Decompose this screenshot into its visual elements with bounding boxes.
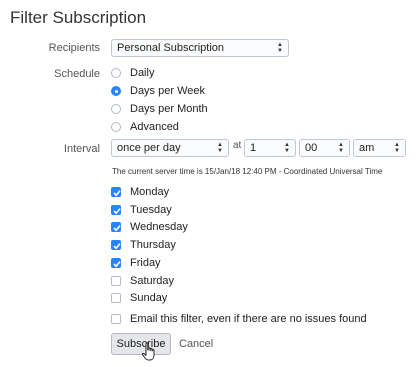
schedule-option-daily[interactable]: Daily xyxy=(111,65,154,81)
day-checkbox-saturday[interactable]: Saturday xyxy=(111,273,174,289)
checkbox-icon[interactable] xyxy=(111,314,121,324)
day-label: Saturday xyxy=(130,275,175,287)
day-label: Friday xyxy=(130,257,161,269)
select-arrows-icon: ▲ ▼ xyxy=(277,42,283,54)
day-checkbox-wednesday[interactable]: Wednesday xyxy=(111,219,188,235)
radio-icon[interactable] xyxy=(111,122,121,132)
schedule-option-label: Daily xyxy=(130,67,155,79)
minute-select[interactable]: 00 ▲ ▼ xyxy=(299,139,350,157)
recipients-label: Recipients xyxy=(48,42,100,54)
at-label: at xyxy=(233,140,242,151)
schedule-option-label: Days per Week xyxy=(130,85,205,97)
hand-pointer-icon xyxy=(141,342,155,361)
radio-icon[interactable] xyxy=(111,68,121,78)
radio-selected-icon[interactable] xyxy=(111,86,121,96)
day-checkbox-thursday[interactable]: Thursday xyxy=(111,237,176,253)
checkbox-checked-icon[interactable] xyxy=(111,187,121,197)
email-empty-label: Email this filter, even if there are no … xyxy=(130,313,367,325)
page-title: Filter Subscription xyxy=(10,8,147,27)
minute-value: 00 xyxy=(305,142,318,154)
schedule-option-label: Advanced xyxy=(130,121,179,133)
ampm-select[interactable]: am ▲ ▼ xyxy=(353,139,406,157)
checkbox-icon[interactable] xyxy=(111,276,121,286)
day-checkbox-friday[interactable]: Friday xyxy=(111,255,161,271)
day-checkbox-tuesday[interactable]: Tuesday xyxy=(111,202,172,218)
email-empty-checkbox[interactable]: Email this filter, even if there are no … xyxy=(111,311,367,327)
checkbox-checked-icon[interactable] xyxy=(111,240,121,250)
select-arrows-icon: ▲ ▼ xyxy=(394,142,400,154)
schedule-label: Schedule xyxy=(54,68,100,80)
schedule-option-days-per-month[interactable]: Days per Month xyxy=(111,101,208,117)
day-checkbox-monday[interactable]: Monday xyxy=(111,184,169,200)
schedule-option-label: Days per Month xyxy=(130,103,208,115)
day-label: Monday xyxy=(130,186,170,198)
checkbox-checked-icon[interactable] xyxy=(111,258,121,268)
checkbox-icon[interactable] xyxy=(111,293,121,303)
day-label: Wednesday xyxy=(130,221,188,233)
select-arrows-icon: ▲ ▼ xyxy=(338,142,344,154)
day-checkbox-sunday[interactable]: Sunday xyxy=(111,290,167,306)
interval-label: Interval xyxy=(63,143,100,155)
checkbox-checked-icon[interactable] xyxy=(111,205,121,215)
recipients-select[interactable]: Personal Subscription ▲ ▼ xyxy=(111,39,289,57)
day-label: Sunday xyxy=(130,292,168,304)
schedule-option-days-per-week[interactable]: Days per Week xyxy=(111,83,205,99)
hour-value: 1 xyxy=(250,142,257,154)
radio-icon[interactable] xyxy=(111,104,121,114)
schedule-option-advanced[interactable]: Advanced xyxy=(111,119,179,135)
day-label: Thursday xyxy=(130,239,176,251)
recipients-value: Personal Subscription xyxy=(117,42,225,54)
checkbox-checked-icon[interactable] xyxy=(111,222,121,232)
interval-frequency-value: once per day xyxy=(117,142,181,154)
select-arrows-icon: ▲ ▼ xyxy=(284,142,290,154)
server-time-note: The current server time is 15/Jan/18 12:… xyxy=(112,167,383,176)
cancel-link[interactable]: Cancel xyxy=(179,338,213,350)
ampm-value: am xyxy=(359,142,375,154)
day-label: Tuesday xyxy=(130,204,172,216)
select-arrows-icon: ▲ ▼ xyxy=(217,142,223,154)
interval-frequency-select[interactable]: once per day ▲ ▼ xyxy=(111,139,229,157)
hour-select[interactable]: 1 ▲ ▼ xyxy=(244,139,296,157)
